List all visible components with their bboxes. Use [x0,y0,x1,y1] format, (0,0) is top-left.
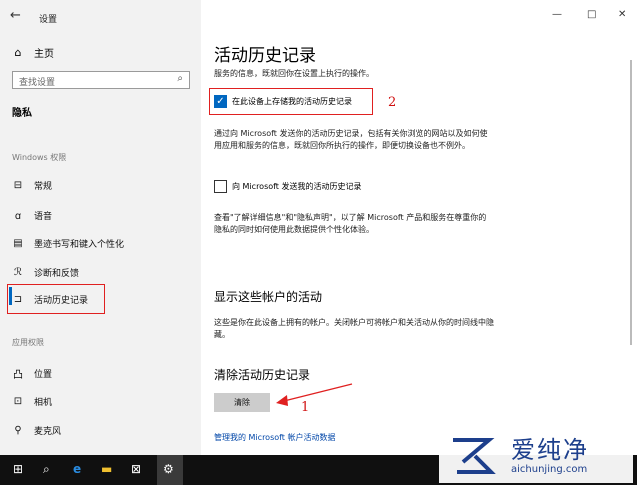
home-link[interactable]: ⌂ 主页 [12,45,55,60]
sidebar-item-location[interactable]: 凸 位置 [12,366,52,381]
send-history-checkbox-row[interactable]: 向 Microsoft 发送我的活动历史记录 [214,180,362,193]
history-description: 通过向 Microsoft 发送你的活动历史记录，包括有关你浏览的网站以及如何使… [214,129,488,150]
page-subtitle: 服务的信息，既就回你在设置上执行的操作。 [214,69,374,78]
sidebar-item-label: 语音 [34,211,53,222]
manage-activity-link[interactable]: 管理我的 Microsoft 帐户活动数据 [214,432,336,443]
watermark-logo-icon [453,438,496,474]
sidebar-item-camera[interactable]: ⊡ 相机 [12,395,52,408]
close-button[interactable]: ✕ [618,9,626,20]
sidebar-item-label: 诊断和反馈 [34,269,80,279]
sidebar-item-label: 墨迹书写和键入个性化 [34,240,125,250]
annotation-box-checkbox [209,88,373,115]
sidebar-item-label: 麦克风 [34,427,62,437]
microphone-icon: ⚲ [14,425,22,436]
accounts-heading: 显示这些帐户的活动 [214,290,323,304]
page-title: 活动历史记录 [214,46,316,66]
sidebar-item-label: 相机 [34,398,53,408]
scrollbar[interactable] [630,60,632,345]
edge-icon[interactable]: e [73,462,81,476]
minimize-button[interactable]: — [552,9,562,20]
lock-icon: ⊟ [13,180,23,191]
back-arrow-icon[interactable]: ← [10,8,21,23]
watermark: 爱纯净 aichunjing.com [439,427,633,483]
notebook-icon: ▤ [13,238,23,249]
watermark-url-text: aichunjing.com [511,464,588,475]
sidebar-item-label: 常规 [34,182,53,192]
file-explorer-icon[interactable]: ▬ [101,462,112,476]
speech-icon: ꭤ [14,211,22,222]
annotation-box-sidebar [7,284,105,314]
send-history-checkbox[interactable] [214,180,227,193]
home-label: 主页 [34,49,54,60]
location-icon: 凸 [13,370,23,381]
sidebar-item-microphone[interactable]: ⚲ 麦克风 [12,424,61,437]
group-windows-permissions: Windows 权限 [12,153,67,162]
sidebar-item-diagnostics[interactable]: ℛ 诊断和反馈 [12,266,79,279]
search-icon[interactable]: ⌕ [177,73,183,84]
maximize-button[interactable]: □ [587,9,596,20]
settings-sidebar: ← 设置 ⌂ 主页 查找设置 ⌕ 隐私 Windows 权限 ⊟ 常规 ꭤ 语音… [0,0,201,455]
annotation-arrow [276,383,353,406]
start-icon[interactable]: ⊞ [13,462,23,476]
watermark-chinese-text: 爱纯净 [511,436,589,464]
home-icon: ⌂ [14,46,22,59]
settings-gear-icon[interactable]: ⚙ [163,462,174,476]
feedback-icon: ℛ [14,267,22,278]
send-history-label: 向 Microsoft 发送我的活动历史记录 [232,182,362,191]
camera-icon: ⊡ [13,396,23,407]
accounts-description: 这些是你在此设备上拥有的帐户。关闭帐户可将帐户和关活动从你的时间线中隐藏。 [214,318,494,339]
search-icon[interactable]: ⌕ [43,462,50,477]
section-title: 隐私 [12,108,32,119]
annotation-number-2: 2 [388,95,397,110]
sidebar-item-inking[interactable]: ▤ 墨迹书写和键入个性化 [12,237,124,250]
sidebar-item-label: 位置 [34,370,53,380]
search-input[interactable]: 查找设置 ⌕ [12,71,190,89]
search-placeholder: 查找设置 [19,78,56,88]
privacy-description: 查看"了解详细信息"和"隐私声明"，以了解 Microsoft 产品和服务在尊重… [214,213,487,234]
group-app-permissions: 应用权限 [12,338,44,347]
sidebar-item-general[interactable]: ⊟ 常规 [12,179,52,192]
app-title: 设置 [39,15,58,25]
store-icon[interactable]: ⊠ [131,462,141,476]
sidebar-item-speech[interactable]: ꭤ 语音 [12,208,52,222]
clear-button[interactable]: 清除 [214,393,270,412]
